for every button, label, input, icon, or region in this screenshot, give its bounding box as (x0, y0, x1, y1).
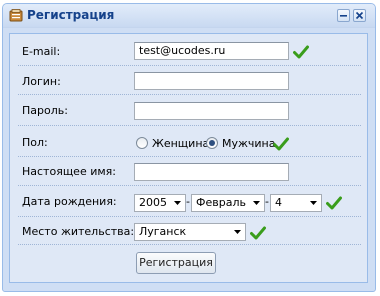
row-divider (18, 125, 361, 126)
date-separator: - (265, 195, 269, 208)
password-label: Пароль: (22, 104, 68, 117)
birth-year-select[interactable]: 2005 (134, 194, 186, 212)
window-title: Регистрация (27, 8, 115, 22)
birth-day-select[interactable]: 4 (270, 194, 322, 212)
close-icon (355, 11, 364, 20)
window-titlebar: Регистрация (3, 4, 375, 28)
radio-selected-dot (209, 140, 215, 146)
login-label: Логин: (22, 75, 61, 88)
row-divider (18, 94, 361, 95)
form-icon (9, 9, 23, 22)
real-name-label: Настоящее имя: (22, 165, 116, 178)
form-panel: E-mail: test@ucodes.ru Логин: Пароль: По… (9, 33, 368, 283)
minimize-icon (340, 15, 347, 17)
register-button[interactable]: Регистрация (136, 252, 216, 274)
gender-option-male: Мужчина (222, 137, 276, 150)
chevron-down-icon (250, 196, 263, 210)
row-divider (18, 156, 361, 157)
close-button[interactable] (353, 9, 366, 22)
birth-date-label: Дата рождения: (22, 195, 117, 208)
gender-option-female: Женщина (152, 137, 210, 150)
checkmark-icon (273, 137, 289, 151)
password-field[interactable] (134, 102, 289, 120)
checkmark-icon (326, 196, 342, 210)
row-divider (18, 65, 361, 66)
chevron-down-icon (307, 196, 320, 210)
gender-radio-female[interactable] (136, 137, 148, 149)
row-divider (18, 216, 361, 217)
gender-radio-male[interactable] (206, 137, 218, 149)
real-name-field[interactable] (134, 163, 289, 181)
gender-label: Пол: (22, 136, 48, 149)
residence-value: Луганск (139, 225, 187, 238)
row-divider (18, 244, 361, 245)
minimize-button[interactable] (337, 9, 350, 22)
birth-month-select[interactable]: Февраль (191, 194, 265, 212)
birth-year-value: 2005 (139, 196, 167, 209)
residence-select[interactable]: Луганск (134, 223, 246, 241)
checkmark-icon (250, 226, 266, 240)
chevron-down-icon (171, 196, 184, 210)
email-field[interactable]: test@ucodes.ru (134, 42, 289, 60)
row-divider (18, 185, 361, 186)
birth-day-value: 4 (275, 196, 282, 209)
birth-month-value: Февраль (196, 196, 246, 209)
residence-label: Место жительства: (22, 225, 135, 238)
email-label: E-mail: (22, 45, 61, 58)
date-separator: - (186, 195, 190, 208)
registration-window: Регистрация E-mail: test@ucodes.ru Логин… (2, 3, 376, 292)
chevron-down-icon (231, 225, 244, 239)
login-field[interactable] (134, 72, 289, 90)
checkmark-icon (293, 45, 309, 59)
